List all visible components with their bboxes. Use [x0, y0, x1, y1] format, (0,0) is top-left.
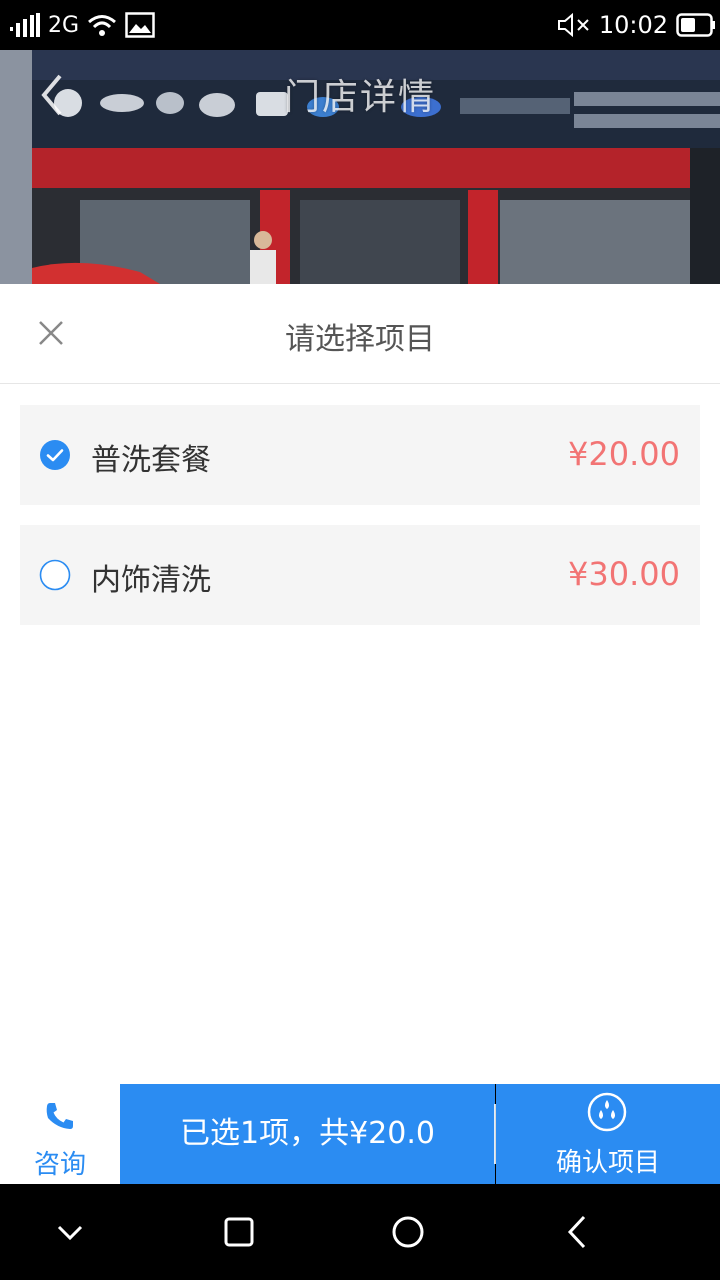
sheet-title: 请选择项目 [285, 322, 435, 357]
confirm-items-button[interactable]: 确认项目 [496, 1084, 720, 1184]
option-price: ¥30.00 [568, 555, 680, 593]
phone-icon [46, 1103, 73, 1129]
selection-summary: 已选1项，共¥20.0 [120, 1084, 495, 1184]
consult-label: 咨询 [33, 1150, 86, 1180]
consult-button[interactable]: 咨询 [0, 1084, 120, 1184]
store-photo-header: 门店详情 [0, 50, 720, 284]
sheet-header: 请选择项目 [0, 284, 720, 384]
item-select-sheet: 请选择项目 普洗套餐 ¥20.00 内饰清洗 ¥30.00 [0, 284, 720, 1084]
wifi-icon [88, 15, 117, 36]
radio-unchecked-icon[interactable] [39, 559, 71, 591]
page-title: 门店详情 [283, 77, 436, 118]
nav-down-icon[interactable] [45, 1207, 95, 1257]
signal-icon [10, 13, 40, 37]
option-interior-clean[interactable]: 内饰清洗 ¥30.00 [20, 525, 700, 625]
network-type: 2G [48, 12, 80, 38]
option-name: 普洗套餐 [91, 443, 211, 478]
nav-circle-icon[interactable] [383, 1207, 433, 1257]
nav-back-icon[interactable] [553, 1207, 603, 1257]
clock: 10:02 [598, 11, 668, 39]
radio-checked-icon[interactable] [39, 439, 71, 471]
option-basic-wash[interactable]: 普洗套餐 ¥20.00 [20, 405, 700, 505]
image-icon [125, 12, 155, 38]
battery-icon [676, 13, 715, 37]
option-price: ¥20.00 [568, 435, 680, 473]
nav-square-icon[interactable] [214, 1207, 264, 1257]
navigation-bar [0, 1184, 720, 1280]
bottom-action-bar: 咨询 已选1项，共¥20.0 确认项目 [0, 1084, 720, 1184]
mute-icon [557, 12, 589, 38]
water-drops-icon [587, 1092, 627, 1132]
confirm-label: 确认项目 [555, 1148, 660, 1178]
option-name: 内饰清洗 [91, 563, 211, 598]
status-bar: 2G 10:02 [0, 0, 720, 50]
